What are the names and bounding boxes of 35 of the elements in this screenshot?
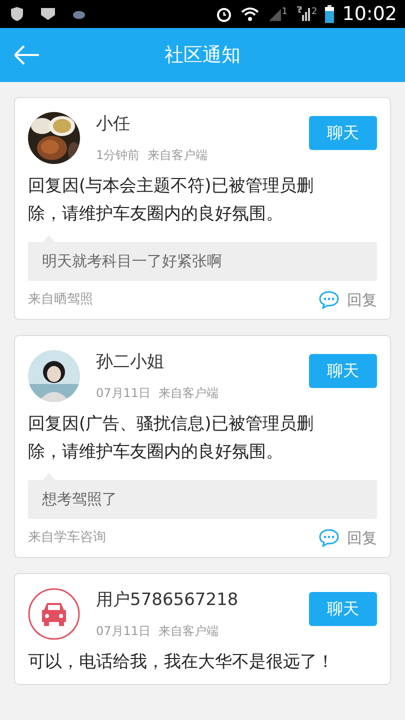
notification-message: 回复因(广告、骚扰信息)已被管理员删除，请维护车友圈内的良好氛围。 xyxy=(28,413,314,464)
source-label: 来自客户端 xyxy=(158,384,219,402)
signal-label: 1 xyxy=(282,6,288,19)
reply-button[interactable]: 回复 xyxy=(319,526,377,549)
timestamp: 1分钟前 xyxy=(96,146,140,164)
signal-icon xyxy=(296,6,312,22)
chat-button[interactable]: 聊天 xyxy=(309,116,377,150)
speech-bubble-icon xyxy=(319,528,339,547)
quoted-text: 明天就考科目一了好紧张啊 xyxy=(42,252,222,270)
signal-label: 2 xyxy=(312,6,318,19)
notification-message: 回复因(与本会主题不符)已被管理员删除，请维护车友圈内的良好氛围。 xyxy=(28,175,314,226)
quoted-text: 想考驾照了 xyxy=(42,490,117,508)
notification-message: 可以，电话给我，我在大华不是很远了！ xyxy=(28,651,335,674)
origin-label: 来自晒驾照 xyxy=(28,291,93,309)
page-title: 社区通知 xyxy=(164,42,240,68)
car-icon xyxy=(28,588,80,640)
shield-icon xyxy=(10,6,24,22)
user-name: 小任 xyxy=(96,113,131,136)
back-icon[interactable] xyxy=(14,45,40,65)
timestamp: 07月11日 xyxy=(96,622,151,640)
timestamp: 07月11日 xyxy=(96,384,151,402)
chat-button[interactable]: 聊天 xyxy=(309,354,377,388)
battery-icon xyxy=(325,5,334,23)
status-time: 10:02 xyxy=(342,2,397,27)
speech-bubble-icon xyxy=(319,290,339,309)
badge-icon xyxy=(40,7,56,21)
wifi-icon xyxy=(240,6,260,22)
origin-label: 来自学车咨询 xyxy=(28,529,106,547)
alarm-icon xyxy=(216,6,232,22)
chat-button[interactable]: 聊天 xyxy=(309,592,377,626)
user-name: 用户5786567218 xyxy=(96,589,240,612)
source-label: 来自客户端 xyxy=(158,622,219,640)
user-name: 孙二小姐 xyxy=(96,351,165,374)
reply-button[interactable]: 回复 xyxy=(319,288,377,311)
source-label: 来自客户端 xyxy=(148,146,208,164)
